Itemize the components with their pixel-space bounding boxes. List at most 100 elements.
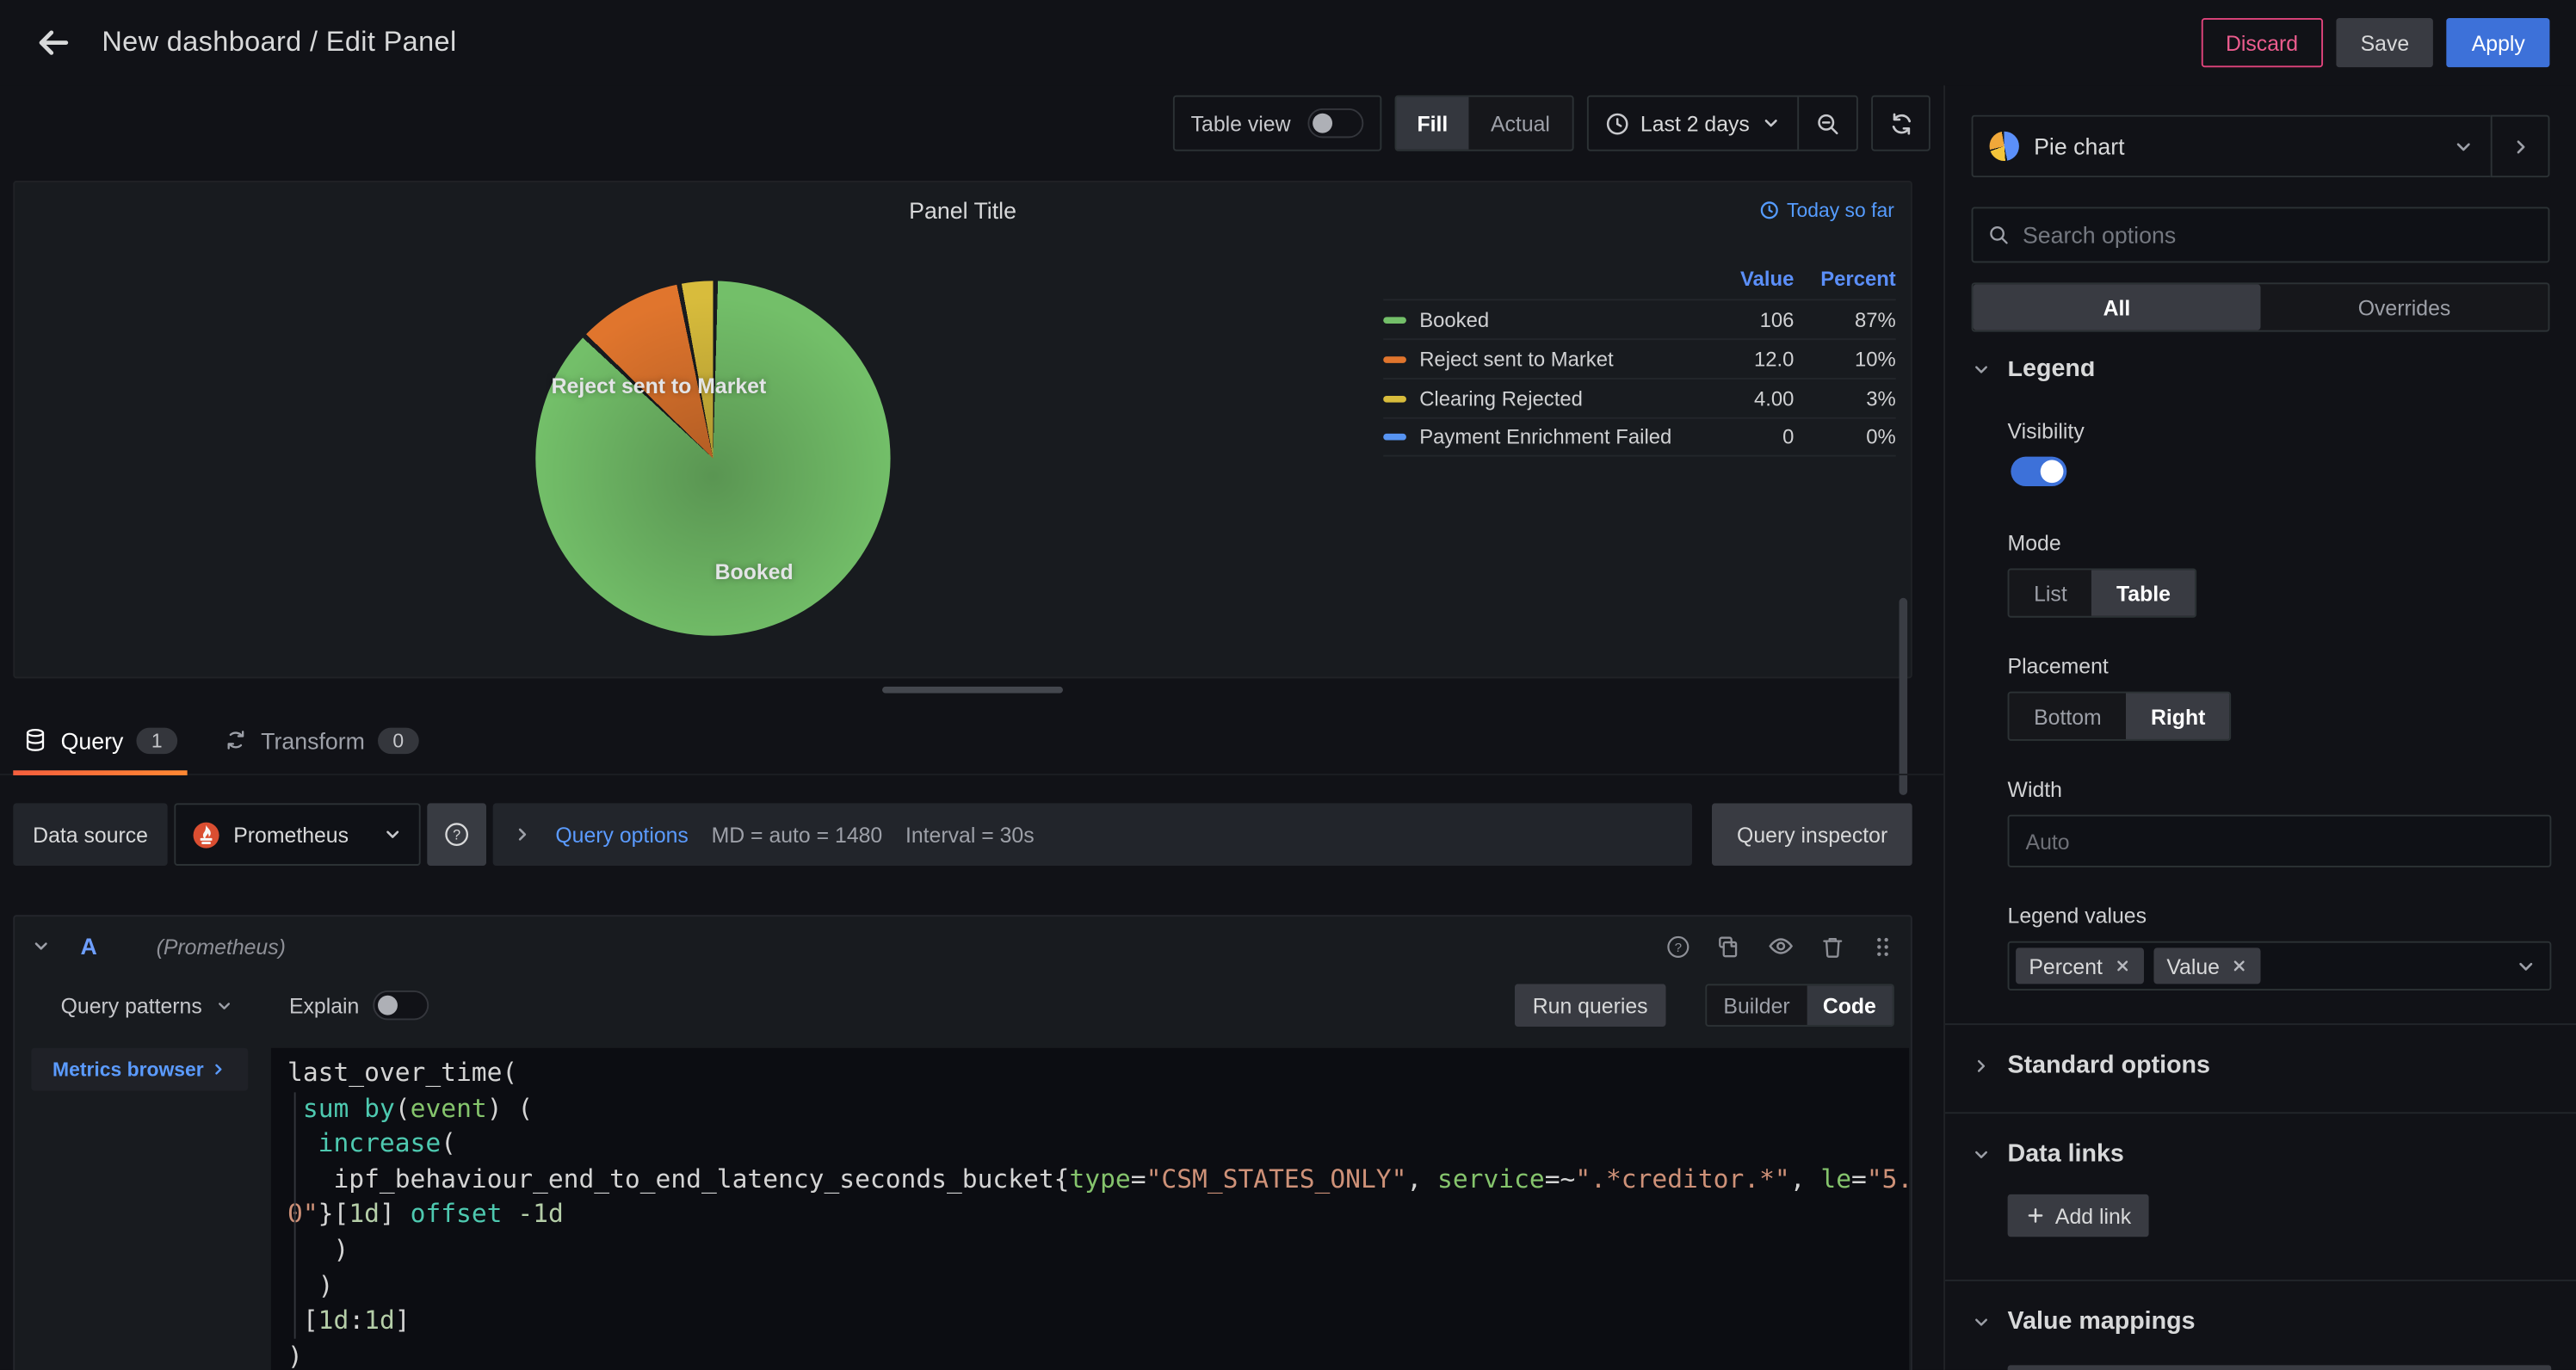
- toggle-visibility-button[interactable]: [1768, 933, 1795, 960]
- section-divider: [1945, 1023, 2576, 1025]
- zoom-out-time-button[interactable]: [1797, 97, 1856, 150]
- copy-icon: [1717, 934, 1742, 959]
- chevron-right-icon: [2510, 135, 2531, 157]
- arrow-left-icon: [34, 25, 71, 61]
- legend-values-label: Legend values: [2008, 904, 2550, 929]
- back-button[interactable]: [27, 16, 79, 69]
- series-percent: 10%: [1794, 348, 1895, 371]
- actual-option[interactable]: Actual: [1469, 97, 1572, 150]
- legend-table-header: Value Percent: [1383, 260, 1896, 299]
- toggle-options-pane-button[interactable]: [2491, 115, 2550, 178]
- help-icon: ?: [1666, 934, 1691, 959]
- legend-mode-segmented: List Table: [2008, 568, 2197, 617]
- table-view-toggle[interactable]: [1307, 108, 1363, 138]
- drag-query-handle[interactable]: [1871, 934, 1894, 959]
- panel-resize-handle[interactable]: [881, 687, 1062, 694]
- value-mappings-section-header[interactable]: Value mappings: [1972, 1307, 2550, 1335]
- panel-title: Panel Title: [15, 197, 1911, 224]
- transform-icon: [223, 728, 248, 753]
- standard-options-section-header[interactable]: Standard options: [1972, 1052, 2550, 1079]
- series-percent: 3%: [1794, 387, 1895, 410]
- builder-code-segmented: Builder Code: [1705, 984, 1893, 1027]
- legend-visibility-toggle[interactable]: [2011, 457, 2066, 486]
- explain-control: Explain: [289, 990, 445, 1020]
- series-label[interactable]: Reject sent to Market: [1419, 348, 1685, 371]
- svg-text:?: ?: [453, 827, 460, 842]
- refresh-button[interactable]: [1871, 96, 1930, 151]
- duplicate-query-button[interactable]: [1717, 934, 1742, 959]
- run-queries-button[interactable]: Run queries: [1515, 984, 1666, 1027]
- legend-placement-right[interactable]: Right: [2126, 694, 2230, 739]
- placement-label: Placement: [2008, 654, 2550, 679]
- legend-column-percent[interactable]: Percent: [1794, 268, 1895, 291]
- add-link-label: Add link: [2055, 1203, 2131, 1228]
- discard-button[interactable]: Discard: [2201, 18, 2322, 67]
- apply-button[interactable]: Apply: [2447, 18, 2549, 67]
- legend-section-header[interactable]: Legend: [1972, 355, 2550, 382]
- code-option[interactable]: Code: [1807, 985, 1893, 1025]
- remove-chip-icon[interactable]: [2114, 958, 2130, 974]
- plus-icon: [2026, 1206, 2046, 1225]
- chevron-down-icon: [1761, 114, 1781, 133]
- fill-option[interactable]: Fill: [1396, 97, 1469, 150]
- datasource-help-button[interactable]: ?: [427, 803, 486, 866]
- time-range-button[interactable]: Last 2 days: [1588, 97, 1797, 150]
- tab-transform[interactable]: Transform 0: [213, 706, 429, 774]
- legend-row: Reject sent to Market12.010%: [1383, 338, 1896, 378]
- interval-info: Interval = 30s: [905, 822, 1035, 847]
- legend-width-input[interactable]: [2008, 815, 2552, 867]
- panel-time-badge[interactable]: Today so far: [1759, 199, 1894, 222]
- pie-chart[interactable]: [535, 281, 890, 635]
- chevron-down-icon: [383, 824, 403, 844]
- save-button[interactable]: Save: [2336, 18, 2434, 67]
- query-inspector-button[interactable]: Query inspector: [1712, 803, 1912, 866]
- tab-query[interactable]: Query 1: [13, 706, 187, 774]
- chevron-down-icon: [1972, 1144, 1992, 1163]
- datasource-row: Data source Prometheus ? Query options M…: [13, 803, 1912, 866]
- metrics-browser-button[interactable]: Metrics browser: [31, 1048, 248, 1091]
- series-label[interactable]: Clearing Rejected: [1419, 387, 1685, 410]
- query-options-label[interactable]: Query options: [555, 822, 688, 847]
- series-value: 4.00: [1685, 387, 1794, 410]
- clock-icon: [1759, 201, 1779, 220]
- promql-code-editor[interactable]: last_over_time( sum by(event) ( increase…: [271, 1048, 1909, 1370]
- tab-query-label: Query: [61, 727, 124, 754]
- remove-chip-icon[interactable]: [2231, 958, 2247, 974]
- data-links-section-header[interactable]: Data links: [1972, 1140, 2550, 1168]
- query-help-button[interactable]: ?: [1666, 934, 1691, 959]
- add-value-mappings-button[interactable]: Add value mappings: [2008, 1365, 2552, 1370]
- datasource-picker[interactable]: Prometheus: [175, 803, 421, 866]
- search-icon: [1988, 224, 2010, 247]
- legend-mode-table[interactable]: Table: [2091, 570, 2195, 615]
- query-options-bar[interactable]: Query options MD = auto = 1480 Interval …: [493, 803, 1693, 866]
- options-search-input[interactable]: [2023, 222, 2533, 249]
- query-editor-card: A (Prometheus) ? Query patterns: [13, 915, 1912, 1370]
- legend-table: Value Percent Booked10687%Reject sent to…: [1383, 260, 1896, 457]
- indent-guide: [294, 1092, 296, 1338]
- query-patterns-dropdown[interactable]: Query patterns: [61, 993, 233, 1018]
- explain-toggle[interactable]: [373, 990, 429, 1020]
- legend-column-value[interactable]: Value: [1685, 268, 1794, 291]
- visualization-picker[interactable]: Pie chart: [1972, 115, 2491, 178]
- delete-query-button[interactable]: [1820, 934, 1845, 959]
- add-link-button[interactable]: Add link: [2008, 1194, 2150, 1237]
- code-editor-row: Metrics browser last_over_time( sum by(e…: [15, 1035, 1911, 1370]
- query-count-badge: 1: [137, 727, 177, 754]
- series-color-swatch[interactable]: [1383, 355, 1406, 362]
- builder-option[interactable]: Builder: [1707, 985, 1806, 1025]
- series-color-swatch[interactable]: [1383, 395, 1406, 402]
- zoom-out-icon: [1815, 111, 1840, 136]
- series-label[interactable]: Payment Enrichment Failed: [1419, 425, 1685, 448]
- tab-overrides[interactable]: Overrides: [2261, 284, 2548, 330]
- code-line: ): [287, 1340, 1896, 1370]
- collapse-chevron-icon[interactable]: [31, 936, 51, 956]
- legend-mode-list[interactable]: List: [2009, 570, 2091, 615]
- series-color-swatch[interactable]: [1383, 434, 1406, 441]
- series-color-swatch[interactable]: [1383, 316, 1406, 323]
- legend-values-select[interactable]: PercentValue: [2008, 941, 2552, 990]
- pie-slice-label: Booked: [715, 559, 794, 584]
- query-ref-id[interactable]: A: [81, 933, 97, 960]
- series-label[interactable]: Booked: [1419, 308, 1685, 331]
- legend-placement-bottom[interactable]: Bottom: [2009, 694, 2126, 739]
- tab-all[interactable]: All: [1973, 284, 2260, 330]
